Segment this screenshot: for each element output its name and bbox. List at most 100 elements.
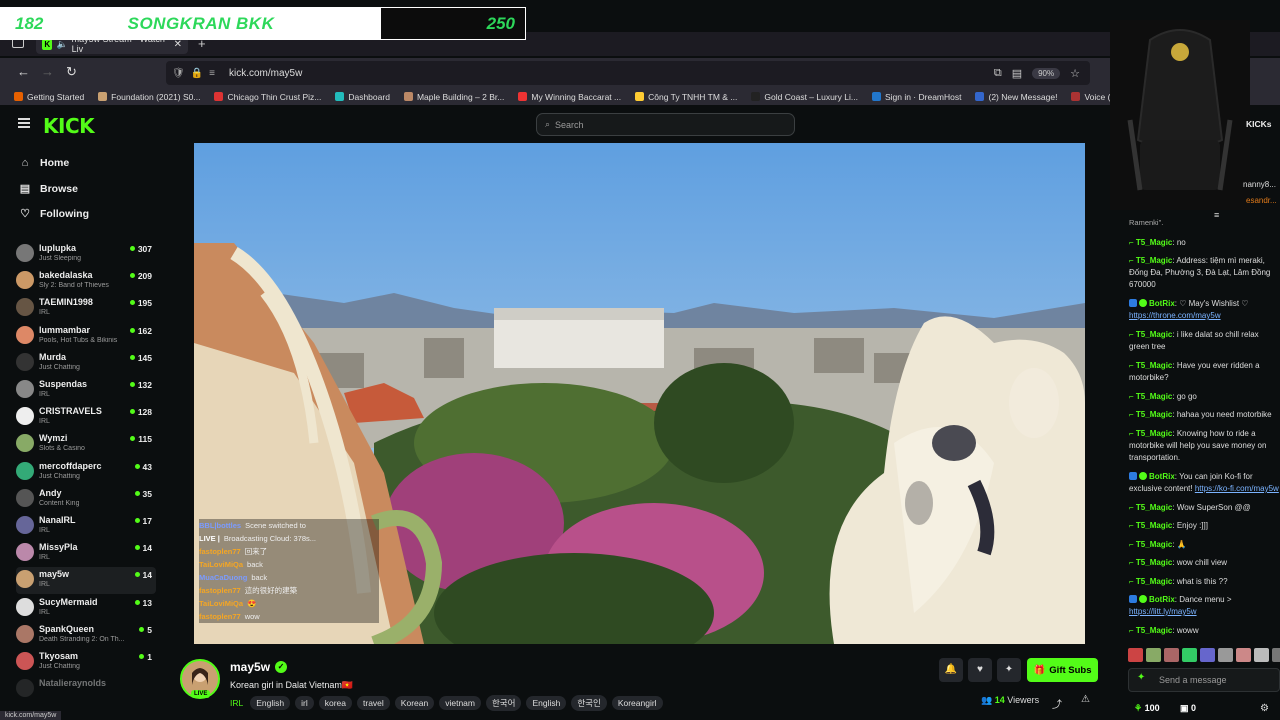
emote-icon[interactable] — [1254, 648, 1269, 662]
search-input[interactable]: ⌕ Search — [536, 113, 795, 136]
sidebar-channel[interactable]: bakedalaska Sly 2: Band of Thieves 209 — [16, 268, 156, 295]
chat-username[interactable]: T5_Magic — [1136, 626, 1172, 635]
zoom-level[interactable]: 90% — [1032, 67, 1061, 79]
forward-icon[interactable]: → — [41, 64, 54, 79]
kick-logo[interactable]: KICK — [43, 114, 95, 138]
pinned-icon[interactable]: ≡ — [1214, 210, 1219, 220]
emote-icon[interactable] — [1146, 648, 1161, 662]
chat-link[interactable]: https://throne.com/may5w — [1129, 311, 1221, 320]
sidebar-channel[interactable]: may5w IRL 14 — [16, 567, 156, 595]
stream-tag[interactable]: 한국어 — [485, 695, 522, 711]
emote-icon[interactable] — [1164, 648, 1179, 662]
emoji-picker-icon[interactable]: ✦ — [1137, 672, 1145, 683]
sidebar-nav-browse[interactable]: ▤ Browse — [18, 182, 78, 196]
screenshot-icon[interactable]: ⧉ — [994, 67, 1002, 80]
stream-tag[interactable]: travel — [357, 696, 390, 710]
sidebar-channel[interactable]: Murda Just Chatting 145 — [16, 350, 156, 377]
sidebar-channel[interactable]: Suspendas IRL 132 — [16, 377, 156, 404]
bookmark-item[interactable]: Gold Coast – Luxury Li... — [751, 92, 858, 102]
chat-username[interactable]: T5_Magic — [1136, 503, 1172, 512]
video-player[interactable]: BBL|bottles Scene switched to LIVE | Broadc… — [194, 143, 1085, 644]
chat-link[interactable]: https://litt.ly/may5w — [1129, 607, 1197, 616]
bookmark-item[interactable]: Chicago Thin Crust Piz... — [214, 92, 321, 102]
bookmark-item[interactable]: Getting Started — [14, 92, 84, 102]
emote-icon[interactable] — [1218, 648, 1233, 662]
sidebar-channel[interactable]: luplupka Just Sleeping 307 — [16, 241, 156, 268]
chat-username[interactable]: T5_Magic — [1136, 540, 1172, 549]
stream-tag[interactable]: irl — [295, 696, 314, 710]
chat-username[interactable]: T5_Magic — [1136, 330, 1172, 339]
stream-tag[interactable]: korea — [318, 696, 352, 710]
sidebar-channel[interactable]: TAEMIN1998 IRL 195 — [16, 295, 156, 322]
channel-points[interactable]: ⚘ 100 — [1134, 703, 1160, 714]
share-icon[interactable]: ⤴ — [1052, 696, 1062, 711]
chat-username[interactable]: T5_Magic — [1136, 361, 1172, 370]
chat-username[interactable]: T5_Magic — [1136, 410, 1172, 419]
sidebar-channel[interactable]: mercoffdaperc Just Chatting 43 — [16, 459, 156, 486]
chat-username[interactable]: T5_Magic — [1136, 521, 1172, 530]
emote-icon[interactable] — [1182, 648, 1197, 662]
bookmark-item[interactable]: Maple Building – 2 Br... — [403, 92, 504, 102]
stream-tag[interactable]: Koreangirl — [611, 696, 663, 710]
url-text[interactable]: kick.com/may5w — [229, 68, 302, 79]
status-url: kick.com/may5w — [0, 711, 62, 720]
bookmark-item[interactable]: Foundation (2021) S0... — [98, 92, 200, 102]
menu-hamburger-icon[interactable] — [18, 118, 30, 128]
channel-name[interactable]: may5w ✓ — [230, 660, 288, 674]
notification-bell-icon[interactable]: 🔔 — [939, 658, 963, 682]
bookmark-item[interactable]: (2) New Message! — [975, 92, 1057, 102]
chat-input[interactable]: Send a message — [1128, 668, 1280, 692]
chat-username[interactable]: T5_Magic — [1136, 256, 1172, 265]
chat-username[interactable]: T5_Magic — [1136, 558, 1172, 567]
emote-icon[interactable] — [1272, 648, 1280, 662]
sidebar-channel[interactable]: NanaIRL IRL 17 — [16, 513, 156, 540]
reload-icon[interactable]: ↻ — [66, 64, 77, 80]
emote-icon[interactable] — [1200, 648, 1215, 662]
emote-icon[interactable] — [1128, 648, 1143, 662]
gift-subs-button[interactable]: 🎁 Gift Subs — [1027, 658, 1098, 682]
bookmark-item[interactable]: My Winning Baccarat ... — [518, 92, 621, 102]
sidebar-channel[interactable]: Natalieraynolds — [16, 676, 156, 703]
category-link[interactable]: IRL — [230, 698, 243, 708]
sidebar-channel[interactable]: Tkyosam Just Chatting 1 — [16, 649, 156, 676]
chat-username[interactable]: T5_Magic — [1136, 577, 1172, 586]
stream-tag[interactable]: English — [526, 696, 567, 710]
audio-icon[interactable]: 🔈 — [56, 39, 67, 50]
back-icon[interactable]: ← — [17, 64, 30, 79]
chat-username[interactable]: BotRix — [1149, 595, 1175, 604]
bookmark-item[interactable]: Công Ty TNHH TM & ... — [635, 92, 737, 102]
chat-link[interactable]: https://ko-fi.com/may5w — [1195, 484, 1279, 493]
chat-username[interactable]: T5_Magic — [1136, 429, 1172, 438]
chat-username[interactable]: BotRix — [1149, 299, 1175, 308]
reader-icon[interactable]: ▤ — [1012, 67, 1022, 80]
stream-tag[interactable]: Korean — [394, 696, 435, 710]
sidebar-channel[interactable]: lummambar Pools, Hot Tubs & Bikinis 162 — [16, 323, 156, 350]
sidebar-nav-following[interactable]: ♡ Following — [18, 207, 89, 221]
bookmark-item[interactable]: Dashboard — [335, 92, 390, 102]
tab-close-icon[interactable]: ✕ — [174, 39, 182, 50]
sidebar-nav-home[interactable]: ⌂ Home — [18, 157, 70, 169]
chat-username[interactable]: T5_Magic — [1136, 392, 1172, 401]
stream-tag[interactable]: English — [250, 696, 291, 710]
sparkle-icon[interactable]: ✦ — [997, 658, 1021, 682]
sidebar-channel[interactable]: SucyMermaid IRL 13 — [16, 595, 156, 622]
stream-tag[interactable]: vietnam — [439, 696, 481, 710]
emote-icon[interactable] — [1236, 648, 1251, 662]
report-icon[interactable]: ⚠ — [1081, 694, 1090, 705]
sidebar-channel[interactable]: Wymzi Slots & Casino 115 — [16, 431, 156, 458]
subs-counter[interactable]: ▣ 0 — [1180, 703, 1196, 714]
security-icons[interactable]: 🛡🔒≡ — [172, 68, 221, 79]
sidebar-channel[interactable]: CRISTRAVELS IRL 128 — [16, 404, 156, 431]
url-bar[interactable]: 🛡🔒≡ kick.com/may5w ⧉ ▤ 90% ☆ — [166, 61, 1090, 85]
bookmark-item[interactable]: Sign in · DreamHost — [871, 92, 961, 102]
sidebar-channel[interactable]: SpankQueen Death Stranding 2: On Th... 5 — [16, 622, 156, 649]
stream-tag[interactable]: 한국인 — [571, 695, 607, 711]
channel-name-text[interactable]: may5w — [230, 660, 270, 674]
bookmark-star-icon[interactable]: ☆ — [1070, 67, 1080, 80]
chat-username[interactable]: T5_Magic — [1136, 238, 1172, 247]
follow-heart-icon[interactable]: ♥ — [968, 658, 992, 682]
chat-settings-icon[interactable]: ⚙ — [1260, 703, 1269, 714]
chat-username[interactable]: BotRix — [1149, 472, 1175, 481]
sidebar-channel[interactable]: MissyPla IRL 14 — [16, 540, 156, 567]
sidebar-channel[interactable]: Andy Content King 35 — [16, 486, 156, 513]
